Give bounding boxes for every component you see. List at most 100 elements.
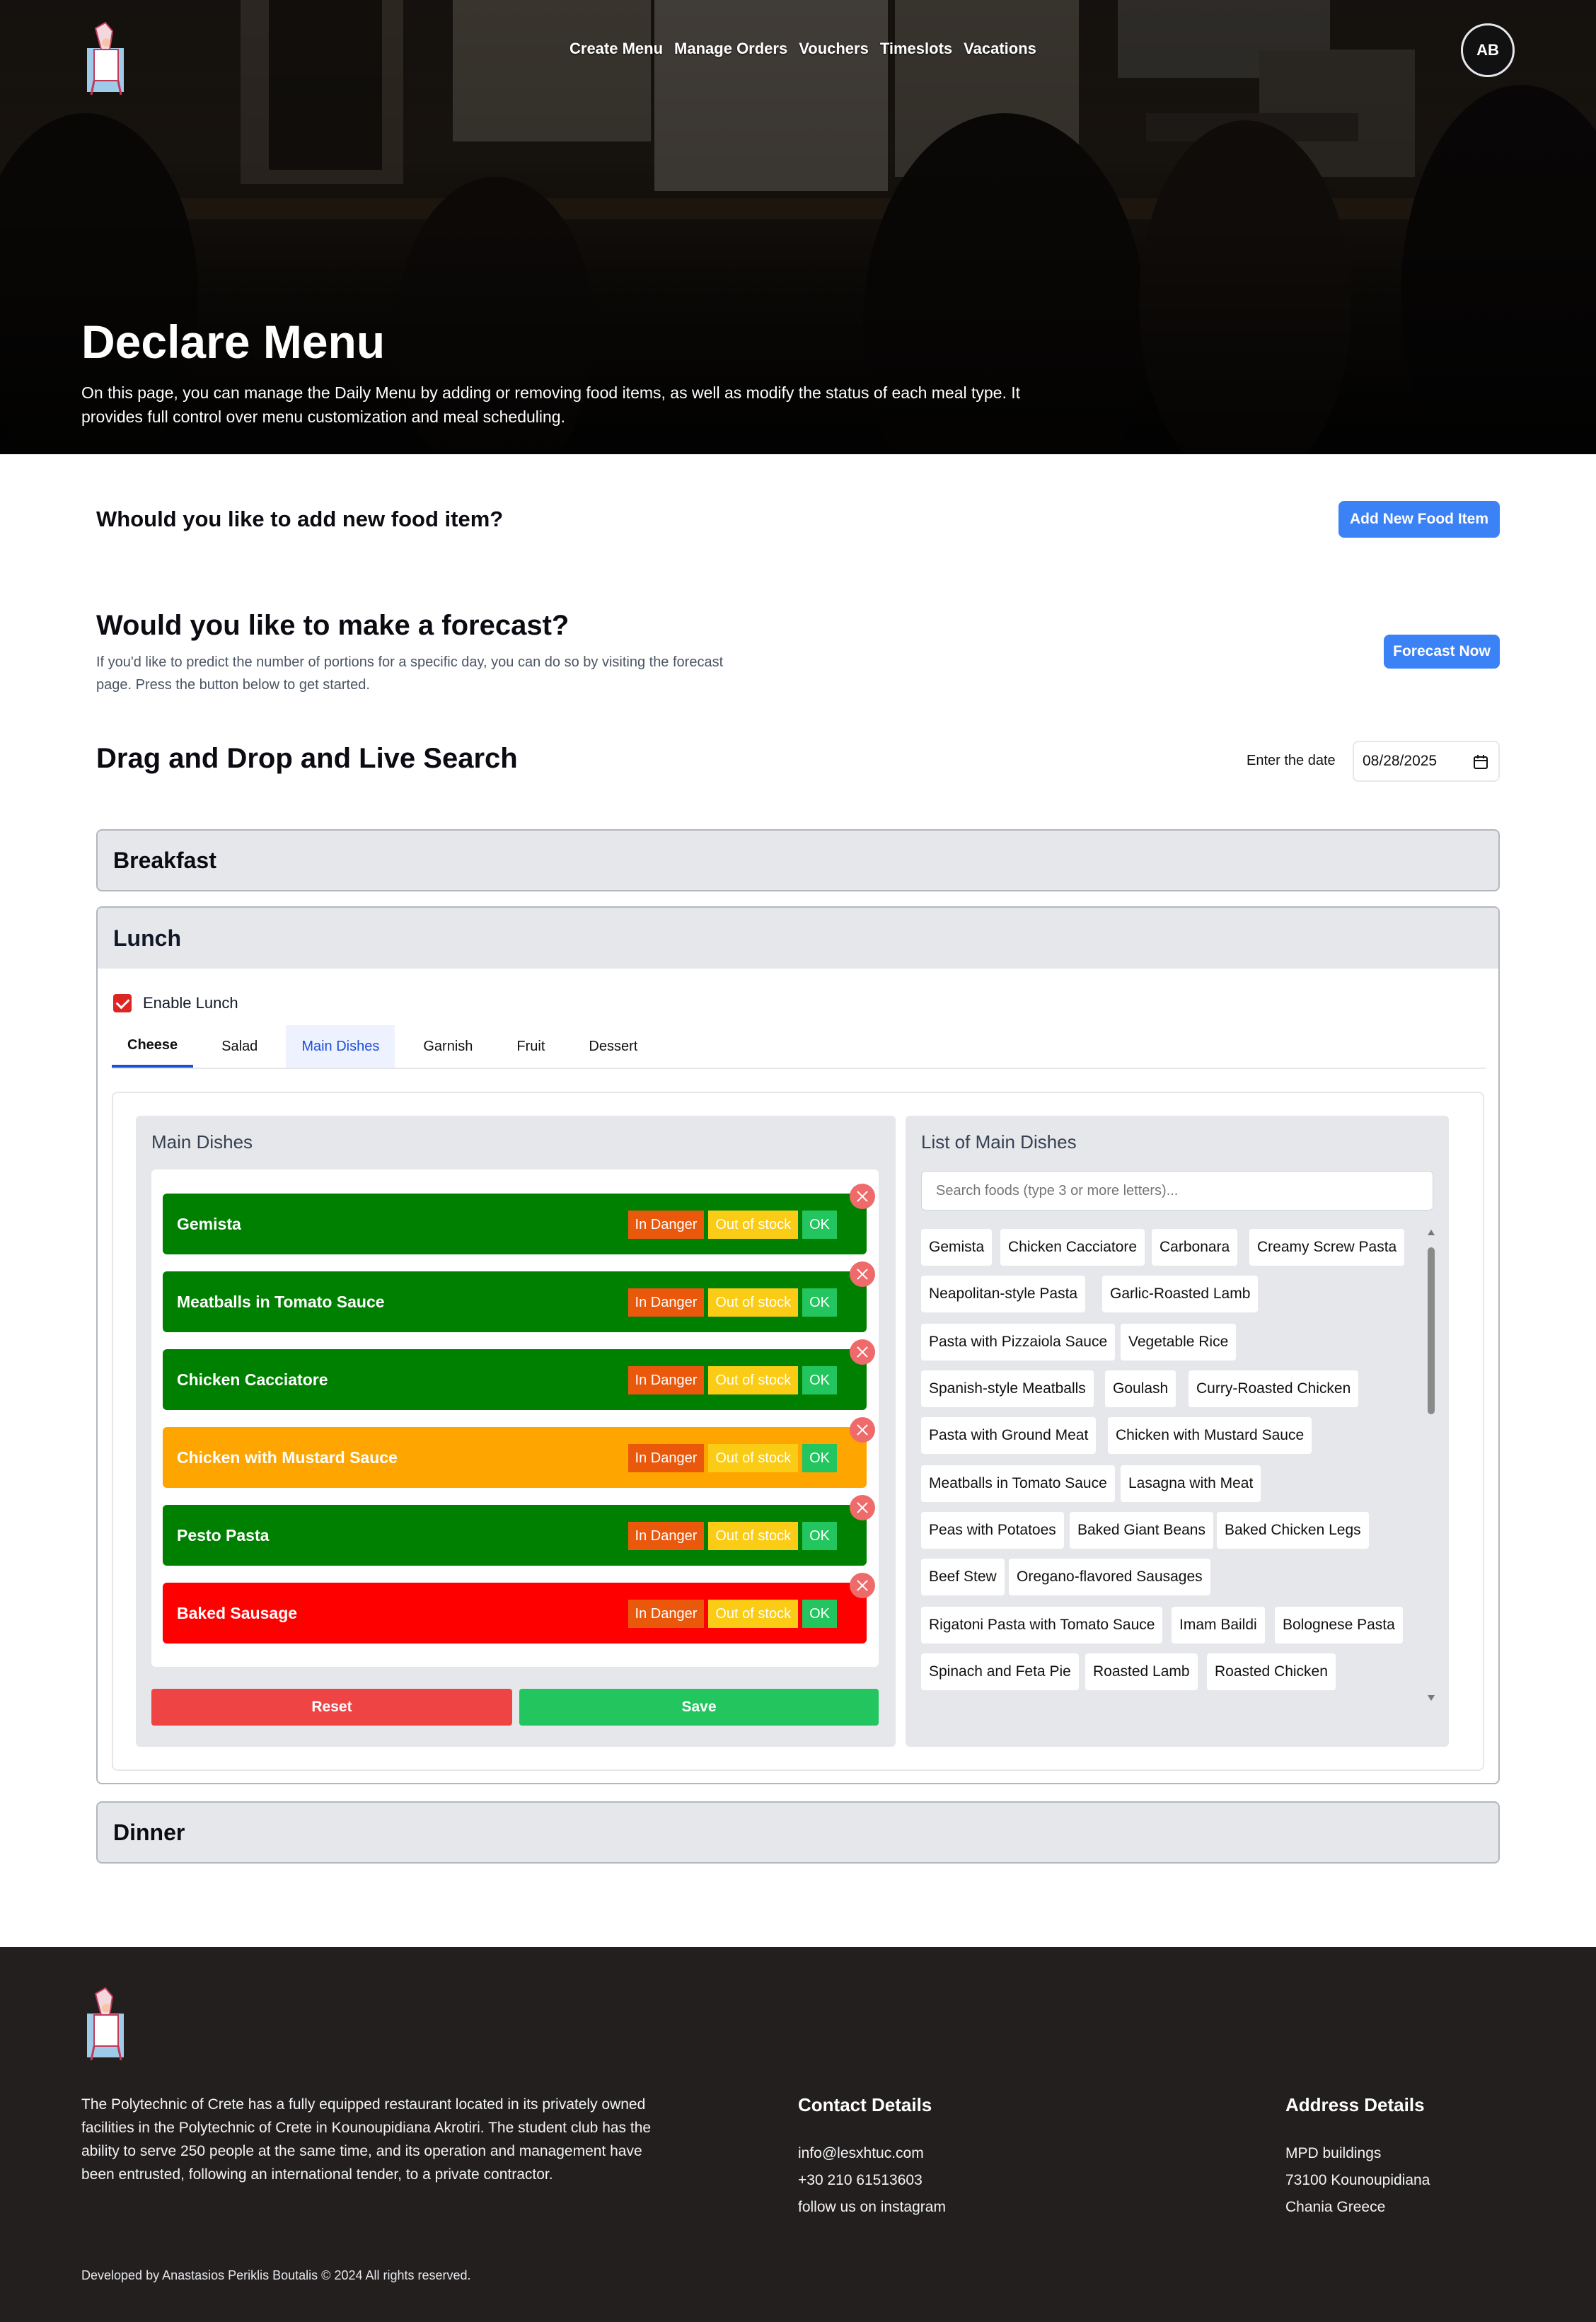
save-button[interactable]: Save bbox=[519, 1689, 879, 1726]
food-chip[interactable]: Bolognese Pasta bbox=[1275, 1607, 1403, 1644]
hero-banner: Create Menu Manage Orders Vouchers Times… bbox=[0, 0, 1596, 454]
enable-lunch-label: Enable Lunch bbox=[143, 994, 238, 1012]
accordion-lunch[interactable]: Lunch bbox=[98, 908, 1498, 969]
remove-item-icon[interactable] bbox=[850, 1184, 875, 1209]
tab-cheese[interactable]: Cheese bbox=[112, 1025, 194, 1068]
remove-item-icon[interactable] bbox=[850, 1573, 875, 1598]
forecast-question: Would you like to make a forecast? bbox=[96, 610, 569, 641]
tab-dessert[interactable]: Dessert bbox=[573, 1025, 653, 1068]
nav-manage-orders[interactable]: Manage Orders bbox=[674, 40, 787, 58]
scroll-thumb[interactable] bbox=[1428, 1247, 1435, 1414]
contact-instagram[interactable]: follow us on instagram bbox=[798, 2199, 946, 2216]
status-ok-button[interactable]: OK bbox=[802, 1600, 837, 1628]
food-chip[interactable]: Roasted Chicken bbox=[1207, 1653, 1336, 1690]
status-ok-button[interactable]: OK bbox=[802, 1288, 837, 1317]
logo-icon[interactable] bbox=[81, 21, 129, 99]
food-chip[interactable]: Curry-Roasted Chicken bbox=[1189, 1370, 1359, 1407]
footer: The Polytechnic of Crete has a fully equ… bbox=[0, 1947, 1596, 2322]
menu-item-row[interactable]: Meatballs in Tomato Sauce In Danger Out … bbox=[163, 1261, 875, 1332]
status-in-danger-button[interactable]: In Danger bbox=[628, 1366, 705, 1394]
food-chip[interactable]: Pasta with Pizzaiola Sauce bbox=[921, 1324, 1116, 1361]
address-line: 73100 Kounoupidiana bbox=[1285, 2172, 1430, 2188]
contact-phone[interactable]: +30 210 61513603 bbox=[798, 2172, 923, 2189]
food-chip[interactable]: Meatballs in Tomato Sauce bbox=[921, 1465, 1115, 1502]
food-chip[interactable]: Imam Baildi bbox=[1172, 1607, 1265, 1644]
food-chip[interactable]: Chicken with Mustard Sauce bbox=[1108, 1417, 1312, 1454]
user-avatar[interactable]: AB bbox=[1461, 23, 1515, 77]
scroll-up-icon[interactable] bbox=[1427, 1229, 1435, 1236]
menu-item-row[interactable]: Gemista In Danger Out of stock OK bbox=[163, 1184, 875, 1254]
food-chip[interactable]: Rigatoni Pasta with Tomato Sauce bbox=[921, 1607, 1163, 1644]
date-input[interactable]: 08/28/2025 bbox=[1353, 741, 1500, 782]
status-in-danger-button[interactable]: In Danger bbox=[628, 1600, 705, 1628]
status-out-of-stock-button[interactable]: Out of stock bbox=[708, 1366, 799, 1394]
accordion-breakfast[interactable]: Breakfast bbox=[96, 829, 1500, 891]
food-search-input[interactable] bbox=[921, 1171, 1433, 1211]
scroll-down-icon[interactable] bbox=[1427, 1694, 1435, 1702]
status-out-of-stock-button[interactable]: Out of stock bbox=[708, 1211, 799, 1239]
food-chip[interactable]: Neapolitan-style Pasta bbox=[921, 1276, 1086, 1312]
food-chip[interactable]: Baked Giant Beans bbox=[1070, 1512, 1213, 1549]
enable-lunch-toggle[interactable]: Enable Lunch bbox=[113, 994, 238, 1012]
nav-vacations[interactable]: Vacations bbox=[964, 40, 1036, 58]
menu-item-row[interactable]: Pesto Pasta In Danger Out of stock OK bbox=[163, 1495, 875, 1566]
tab-fruit[interactable]: Fruit bbox=[501, 1025, 560, 1068]
nav-timeslots[interactable]: Timeslots bbox=[880, 40, 952, 58]
food-chip[interactable]: Spanish-style Meatballs bbox=[921, 1370, 1094, 1407]
selected-dishes-panel: Main Dishes Gemista In Danger Out of sto… bbox=[136, 1116, 896, 1747]
food-chip[interactable]: Gemista bbox=[921, 1229, 993, 1266]
remove-item-icon[interactable] bbox=[850, 1261, 875, 1287]
food-chip[interactable]: Vegetable Rice bbox=[1121, 1324, 1237, 1361]
food-chip[interactable]: Chicken Cacciatore bbox=[1000, 1229, 1145, 1266]
tab-salad[interactable]: Salad bbox=[206, 1025, 273, 1068]
food-chip[interactable]: Garlic-Roasted Lamb bbox=[1102, 1276, 1259, 1312]
footer-copyright: Developed by Anastasios Periklis Boutali… bbox=[81, 2268, 471, 2282]
menu-item-row[interactable]: Baked Sausage In Danger Out of stock OK bbox=[163, 1573, 875, 1644]
main-nav: Create Menu Manage Orders Vouchers Times… bbox=[569, 40, 1036, 58]
date-label: Enter the date bbox=[1247, 753, 1336, 768]
food-chip[interactable]: Peas with Potatoes bbox=[921, 1512, 1064, 1549]
footer-about: The Polytechnic of Crete has a fully equ… bbox=[81, 2096, 652, 2183]
food-chip[interactable]: Beef Stew bbox=[921, 1559, 1005, 1595]
status-out-of-stock-button[interactable]: Out of stock bbox=[708, 1288, 799, 1317]
accordion-dinner[interactable]: Dinner bbox=[96, 1801, 1500, 1864]
food-chip[interactable]: Spinach and Feta Pie bbox=[921, 1653, 1079, 1690]
food-chip[interactable]: Creamy Screw Pasta bbox=[1249, 1229, 1405, 1266]
contact-email[interactable]: info@lesxhtuc.com bbox=[798, 2145, 924, 2162]
food-chip[interactable]: Oregano-flavored Sausages bbox=[1009, 1559, 1210, 1595]
status-ok-button[interactable]: OK bbox=[802, 1366, 837, 1394]
food-chip[interactable]: Goulash bbox=[1105, 1370, 1176, 1407]
food-chip[interactable]: Roasted Lamb bbox=[1085, 1653, 1198, 1690]
menu-item-row[interactable]: Chicken with Mustard Sauce In Danger Out… bbox=[163, 1417, 875, 1488]
tab-garnish[interactable]: Garnish bbox=[407, 1025, 488, 1068]
nav-create-menu[interactable]: Create Menu bbox=[569, 40, 663, 58]
food-chip[interactable]: Carbonara bbox=[1152, 1229, 1238, 1266]
list-scrollbar[interactable] bbox=[1425, 1228, 1438, 1703]
food-chip[interactable]: Pasta with Ground Meat bbox=[921, 1417, 1097, 1454]
status-out-of-stock-button[interactable]: Out of stock bbox=[708, 1444, 799, 1472]
enable-lunch-checkbox[interactable] bbox=[113, 994, 132, 1012]
food-chip[interactable]: Baked Chicken Legs bbox=[1217, 1512, 1369, 1549]
reset-button[interactable]: Reset bbox=[151, 1689, 512, 1726]
status-out-of-stock-button[interactable]: Out of stock bbox=[708, 1600, 799, 1628]
status-ok-button[interactable]: OK bbox=[802, 1444, 837, 1472]
status-ok-button[interactable]: OK bbox=[802, 1522, 837, 1550]
status-ok-button[interactable]: OK bbox=[802, 1211, 837, 1239]
menu-item-name: Chicken Cacciatore bbox=[177, 1370, 328, 1389]
forecast-now-button[interactable]: Forecast Now bbox=[1384, 635, 1500, 669]
nav-vouchers[interactable]: Vouchers bbox=[799, 40, 869, 58]
status-in-danger-button[interactable]: In Danger bbox=[628, 1444, 705, 1472]
menu-item-name: Chicken with Mustard Sauce bbox=[177, 1448, 398, 1467]
status-in-danger-button[interactable]: In Danger bbox=[628, 1211, 705, 1239]
remove-item-icon[interactable] bbox=[850, 1495, 875, 1520]
add-food-item-button[interactable]: Add New Food Item bbox=[1338, 501, 1500, 538]
tab-main-dishes[interactable]: Main Dishes bbox=[286, 1025, 395, 1068]
remove-item-icon[interactable] bbox=[850, 1417, 875, 1443]
menu-item-row[interactable]: Chicken Cacciatore In Danger Out of stoc… bbox=[163, 1339, 875, 1410]
status-in-danger-button[interactable]: In Danger bbox=[628, 1288, 705, 1317]
calendar-icon[interactable] bbox=[1473, 754, 1488, 770]
remove-item-icon[interactable] bbox=[850, 1339, 875, 1365]
food-chip[interactable]: Lasagna with Meat bbox=[1121, 1465, 1261, 1502]
status-out-of-stock-button[interactable]: Out of stock bbox=[708, 1522, 799, 1550]
status-in-danger-button[interactable]: In Danger bbox=[628, 1522, 705, 1550]
